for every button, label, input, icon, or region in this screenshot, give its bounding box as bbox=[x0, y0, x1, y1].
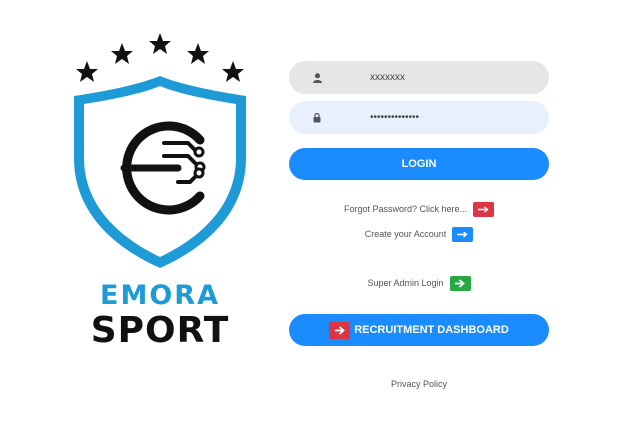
arrow-right-icon bbox=[478, 205, 489, 213]
forgot-password-button[interactable] bbox=[473, 201, 495, 217]
lock-icon bbox=[311, 112, 323, 124]
recruitment-dashboard-label: RECRUITMENT DASHBOARD bbox=[354, 324, 509, 336]
recruitment-arrow-badge bbox=[329, 321, 351, 339]
recruitment-dashboard-button[interactable]: RECRUITMENT DASHBOARD bbox=[289, 314, 549, 346]
password-input[interactable] bbox=[368, 111, 542, 124]
password-field[interactable] bbox=[289, 101, 549, 134]
forgot-password-link[interactable]: Forgot Password? Click here... bbox=[344, 204, 467, 214]
shield-emblem bbox=[74, 33, 246, 268]
user-icon bbox=[311, 72, 323, 84]
arrow-right-icon bbox=[457, 230, 468, 238]
star-icon bbox=[222, 61, 244, 82]
privacy-policy-link[interactable]: Privacy Policy bbox=[289, 379, 549, 389]
star-icon bbox=[187, 43, 209, 64]
super-admin-button[interactable] bbox=[449, 275, 471, 291]
super-admin-row: Super Admin Login bbox=[289, 274, 549, 292]
create-account-row: Create your Account bbox=[289, 225, 549, 243]
create-account-button[interactable] bbox=[452, 226, 474, 242]
arrow-right-icon bbox=[455, 278, 465, 288]
username-field[interactable] bbox=[289, 61, 549, 94]
star-icon bbox=[111, 43, 133, 64]
login-form: LOGIN Forgot Password? Click here... Cre… bbox=[289, 61, 549, 389]
username-input[interactable] bbox=[368, 71, 542, 84]
super-admin-link[interactable]: Super Admin Login bbox=[367, 278, 443, 288]
arrow-right-icon bbox=[334, 325, 345, 335]
brand-name-emora: EMORA bbox=[100, 280, 220, 311]
brand-logo: EMORA SPORT bbox=[60, 28, 260, 358]
create-account-link[interactable]: Create your Account bbox=[365, 229, 447, 239]
star-icon bbox=[76, 61, 98, 82]
star-icon bbox=[149, 33, 171, 54]
login-button[interactable]: LOGIN bbox=[289, 148, 549, 180]
forgot-password-row: Forgot Password? Click here... bbox=[289, 200, 549, 218]
brand-name-sport: SPORT bbox=[90, 310, 230, 351]
